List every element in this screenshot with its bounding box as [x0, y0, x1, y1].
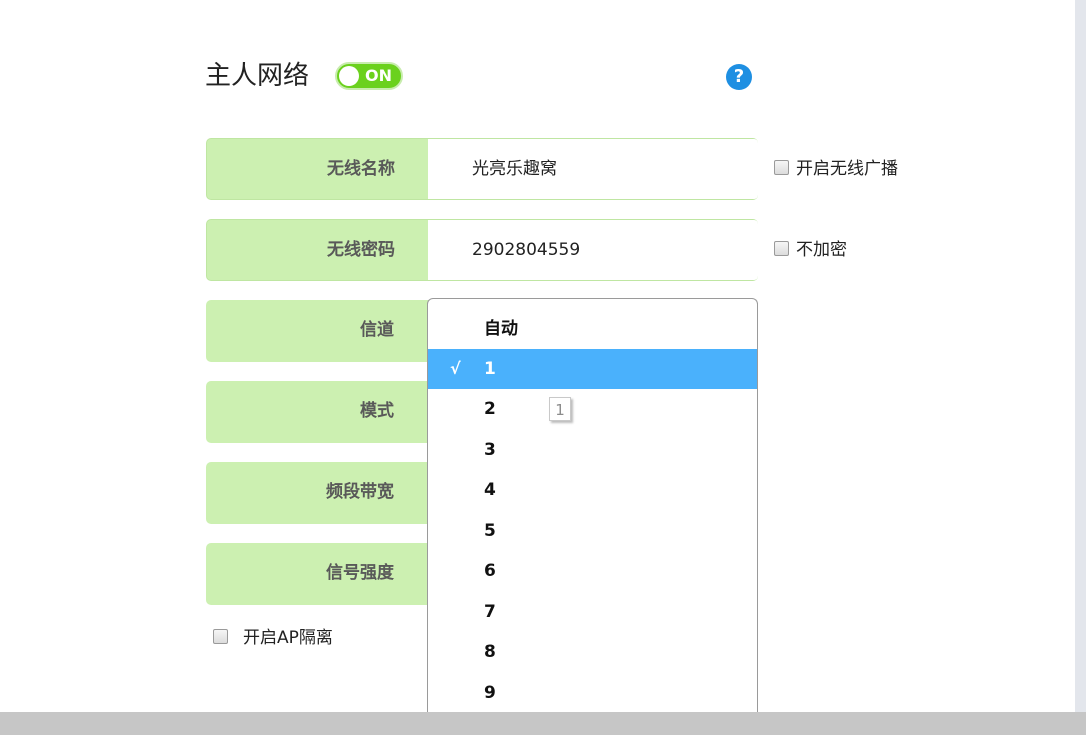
channel-option-label: 5: [484, 521, 496, 541]
channel-option-label: 6: [484, 561, 496, 581]
checkmark-icon: √: [450, 359, 461, 378]
bottom-bar: [0, 712, 1086, 735]
channel-option-9[interactable]: 9: [428, 673, 757, 712]
channel-dropdown[interactable]: 自动 √ 1 2 3 4 5 6 7 8 9: [427, 298, 758, 712]
hover-tooltip: 1: [549, 397, 571, 421]
password-label: 无线密码: [327, 240, 395, 260]
channel-option-label: 9: [484, 683, 496, 703]
password-input[interactable]: 2902804559: [428, 220, 758, 280]
channel-option-label: 1: [484, 359, 496, 379]
no-encryption-checkbox[interactable]: [774, 241, 789, 256]
page-title: 主人网络: [205, 61, 310, 91]
question-circle-icon[interactable]: ?: [726, 64, 752, 90]
ap-isolation-label: 开启AP隔离: [243, 628, 333, 648]
broadcast-label: 开启无线广播: [796, 159, 898, 179]
channel-option-6[interactable]: 6: [428, 551, 757, 591]
channel-option-label: 4: [484, 480, 496, 500]
channel-option-1[interactable]: √ 1: [428, 349, 757, 389]
ssid-label: 无线名称: [327, 159, 395, 179]
channel-option-3[interactable]: 3: [428, 430, 757, 470]
channel-option-auto[interactable]: 自动: [428, 309, 757, 349]
ssid-row: 无线名称 光亮乐趣窝: [206, 138, 758, 200]
mode-label: 模式: [360, 401, 394, 421]
scrollbar-track[interactable]: [1075, 0, 1086, 712]
channel-option-label: 自动: [484, 319, 518, 339]
ap-isolation-checkbox[interactable]: [213, 629, 228, 644]
broadcast-checkbox[interactable]: [774, 160, 789, 175]
channel-option-8[interactable]: 8: [428, 632, 757, 672]
channel-option-7[interactable]: 7: [428, 592, 757, 632]
channel-option-5[interactable]: 5: [428, 511, 757, 551]
password-row: 无线密码 2902804559: [206, 219, 758, 281]
main-network-toggle[interactable]: ON: [335, 62, 403, 90]
toggle-label: ON: [365, 66, 392, 85]
ssid-input[interactable]: 光亮乐趣窝: [428, 139, 758, 199]
channel-option-label: 2: [484, 399, 496, 419]
bandwidth-label: 频段带宽: [326, 482, 394, 502]
signal-label: 信号强度: [326, 563, 394, 583]
channel-option-label: 8: [484, 642, 496, 662]
no-encryption-label: 不加密: [796, 240, 847, 260]
channel-option-label: 3: [484, 440, 496, 460]
toggle-knob: [339, 66, 359, 86]
channel-label: 信道: [360, 320, 394, 340]
channel-option-2[interactable]: 2: [428, 389, 757, 429]
channel-option-label: 7: [484, 602, 496, 622]
channel-option-4[interactable]: 4: [428, 470, 757, 510]
